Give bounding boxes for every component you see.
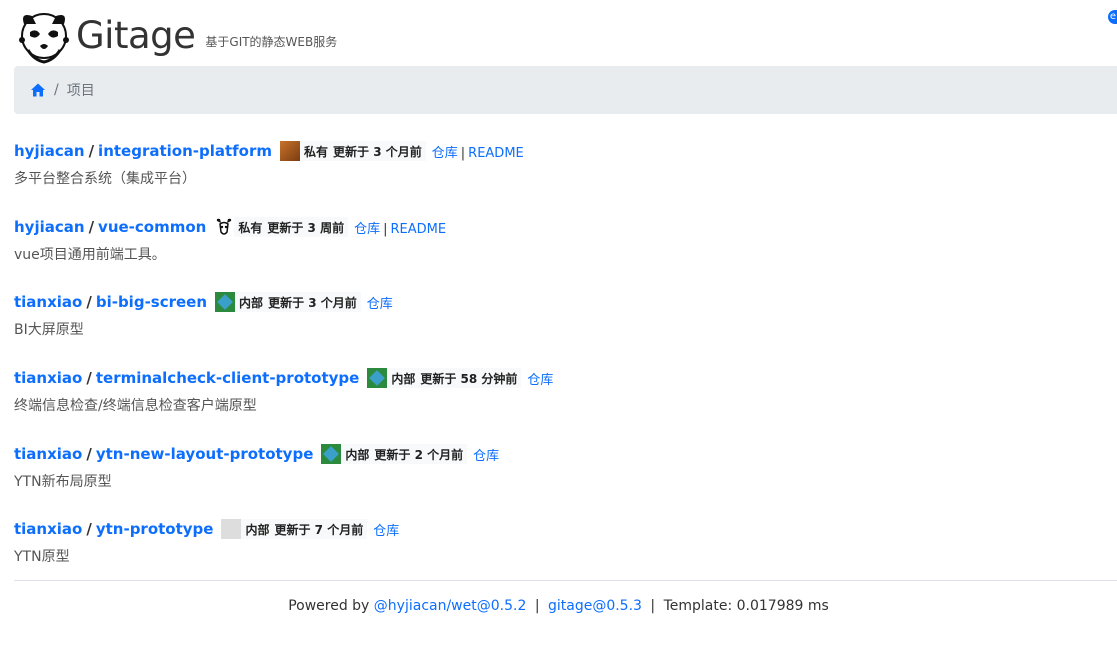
repo-link[interactable]: 仓库 bbox=[527, 373, 553, 388]
visibility-label: 私有 bbox=[238, 220, 263, 235]
updated-time: 更新于 3 个月前 bbox=[268, 295, 357, 310]
owner-avatar bbox=[221, 519, 242, 539]
owner-avatar bbox=[215, 292, 236, 312]
breadcrumb-home-link[interactable] bbox=[30, 82, 46, 98]
repo-name-link[interactable]: ytn-new-layout-prototype bbox=[96, 445, 314, 463]
repo-description: BI大屏原型 bbox=[14, 322, 84, 338]
home-icon bbox=[31, 83, 45, 97]
visibility-label: 私有 bbox=[304, 144, 329, 159]
breadcrumb-separator: / bbox=[54, 82, 59, 98]
repo-item: tianxiao / ytn-new-layout-prototype 内部 更… bbox=[14, 444, 500, 490]
visibility-label: 内部 bbox=[345, 447, 370, 462]
gitage-version-link[interactable]: gitage@0.5.3 bbox=[548, 598, 642, 614]
repo-meta-badge: 内部 更新于 7 个月前 bbox=[221, 519, 368, 539]
updated-time: 更新于 3 个月前 bbox=[333, 144, 422, 159]
gitage-logo-icon bbox=[19, 13, 69, 64]
owner-avatar bbox=[321, 444, 342, 464]
repo-owner-link[interactable]: tianxiao bbox=[14, 520, 82, 538]
repo-description: YTN新布局原型 bbox=[14, 474, 112, 490]
owner-avatar bbox=[280, 141, 301, 161]
repo-owner-link[interactable]: tianxiao bbox=[14, 369, 82, 387]
repo-item: tianxiao / ytn-prototype 内部 更新于 7 个月前 仓库… bbox=[14, 519, 400, 565]
repo-name-link[interactable]: bi-big-screen bbox=[96, 293, 207, 311]
repo-owner-link[interactable]: hyjiacan bbox=[14, 218, 85, 236]
visibility-label: 内部 bbox=[239, 295, 264, 310]
breadcrumb: / 项目 bbox=[14, 66, 1117, 114]
github-corner-icon[interactable]: e bbox=[1108, 10, 1117, 24]
repo-link[interactable]: 仓库 bbox=[354, 222, 380, 237]
powered-by-text: Powered by bbox=[288, 598, 370, 614]
repo-meta-badge: 内部 更新于 3 个月前 bbox=[215, 292, 361, 312]
site-header: Gitage 基于GIT的静态WEB服务 bbox=[14, 4, 337, 64]
repo-link[interactable]: 仓库 bbox=[473, 449, 499, 464]
visibility-label: 内部 bbox=[391, 371, 416, 386]
repo-name-link[interactable]: terminalcheck-client-prototype bbox=[96, 369, 360, 387]
updated-time: 更新于 58 分钟前 bbox=[420, 371, 518, 386]
owner-avatar bbox=[214, 217, 235, 237]
readme-link[interactable]: README bbox=[468, 146, 524, 161]
repo-owner-link[interactable]: hyjiacan bbox=[14, 142, 85, 160]
repo-meta-badge: 私有 更新于 3 周前 bbox=[214, 217, 349, 237]
repo-item: tianxiao / terminalcheck-client-prototyp… bbox=[14, 368, 554, 414]
wet-version-link[interactable]: @hyjiacan/wet@0.5.2 bbox=[374, 598, 527, 614]
repo-meta-badge: 内部 更新于 58 分钟前 bbox=[367, 368, 522, 388]
repo-description: vue项目通用前端工具。 bbox=[14, 247, 166, 263]
footer-separator: | bbox=[650, 598, 656, 614]
repo-item: tianxiao / bi-big-screen 内部 更新于 3 个月前 仓库… bbox=[14, 292, 393, 338]
template-time: Template: 0.017989 ms bbox=[663, 598, 829, 614]
footer-divider bbox=[14, 580, 1117, 581]
repo-name-link[interactable]: vue-common bbox=[98, 218, 206, 236]
footer-separator: | bbox=[534, 598, 540, 614]
visibility-label: 内部 bbox=[245, 522, 270, 537]
repo-link[interactable]: 仓库 bbox=[367, 297, 393, 312]
readme-link[interactable]: README bbox=[390, 222, 446, 237]
repo-description: 多平台整合系统（集成平台） bbox=[14, 171, 196, 187]
updated-time: 更新于 3 周前 bbox=[267, 220, 345, 235]
site-subtitle: 基于GIT的静态WEB服务 bbox=[205, 35, 338, 49]
repo-link[interactable]: 仓库 bbox=[432, 146, 458, 161]
repo-owner-link[interactable]: tianxiao bbox=[14, 445, 82, 463]
site-title: Gitage bbox=[76, 14, 196, 57]
updated-time: 更新于 7 个月前 bbox=[274, 522, 364, 537]
repo-name-link[interactable]: integration-platform bbox=[98, 142, 272, 160]
repo-owner-link[interactable]: tianxiao bbox=[14, 293, 82, 311]
repo-link[interactable]: 仓库 bbox=[373, 524, 399, 539]
repo-description: 终端信息检查/终端信息检查客户端原型 bbox=[14, 398, 257, 414]
repo-meta-badge: 内部 更新于 2 个月前 bbox=[321, 444, 468, 464]
repo-item: hyjiacan / vue-common 私有 更新于 3 周前 仓库 | REA… bbox=[14, 217, 447, 263]
footer: Powered by @hyjiacan/wet@0.5.2 | gitage@… bbox=[0, 598, 1117, 614]
updated-time: 更新于 2 个月前 bbox=[374, 447, 464, 462]
repo-meta-badge: 私有 更新于 3 个月前 bbox=[280, 141, 426, 161]
repo-item: hyjiacan / integration-platform 私有 更新于 3… bbox=[14, 141, 524, 187]
repo-name-link[interactable]: ytn-prototype bbox=[96, 520, 214, 538]
breadcrumb-current: 项目 bbox=[66, 83, 95, 99]
repo-description: YTN原型 bbox=[14, 549, 70, 565]
owner-avatar bbox=[367, 368, 388, 388]
